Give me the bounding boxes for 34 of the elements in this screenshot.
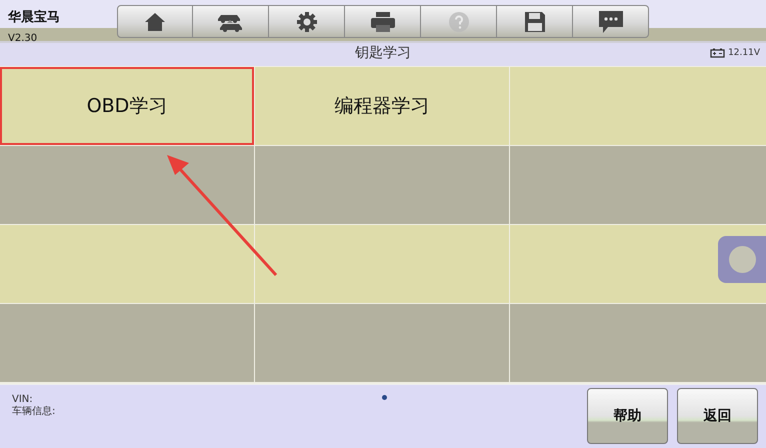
chat-button[interactable] bbox=[573, 5, 649, 38]
home-icon bbox=[144, 12, 166, 32]
vehicle-info-label: 车辆信息: bbox=[12, 406, 56, 417]
printer-icon bbox=[370, 10, 396, 32]
settings-button[interactable] bbox=[269, 5, 345, 38]
menu-cell[interactable] bbox=[510, 304, 766, 382]
menu-cell[interactable] bbox=[0, 146, 254, 224]
battery-voltage: 12.11V bbox=[728, 48, 760, 58]
printer-button[interactable] bbox=[345, 5, 421, 38]
menu-cell[interactable] bbox=[255, 146, 509, 224]
menu-cell[interactable]: 编程器学习 bbox=[255, 67, 509, 145]
back-button[interactable]: 返回 bbox=[677, 388, 758, 444]
menu-cell[interactable]: OBD学习 bbox=[0, 67, 254, 145]
floating-menu[interactable] bbox=[718, 236, 766, 283]
page-indicator-dot bbox=[382, 395, 387, 400]
menu-cell[interactable] bbox=[0, 225, 254, 303]
save-icon bbox=[524, 10, 546, 32]
menu-cell[interactable] bbox=[0, 304, 254, 382]
battery-icon bbox=[710, 48, 726, 58]
cars-button[interactable] bbox=[193, 5, 269, 38]
help-icon bbox=[448, 10, 470, 32]
app-version: V2.30 bbox=[8, 33, 38, 44]
help-button[interactable]: 帮助 bbox=[587, 388, 668, 444]
menu-cell[interactable] bbox=[510, 146, 766, 224]
vin-label: VIN: bbox=[12, 394, 33, 405]
chat-icon bbox=[598, 10, 624, 34]
home-button[interactable] bbox=[117, 5, 193, 38]
page-title: 钥匙学习 bbox=[355, 44, 411, 62]
menu-cell[interactable] bbox=[255, 304, 509, 382]
menu-cell[interactable] bbox=[510, 67, 766, 145]
settings-icon bbox=[296, 10, 318, 32]
app-name: 华晨宝马 bbox=[8, 8, 60, 26]
menu-cell[interactable] bbox=[255, 225, 509, 303]
save-button[interactable] bbox=[497, 5, 573, 38]
